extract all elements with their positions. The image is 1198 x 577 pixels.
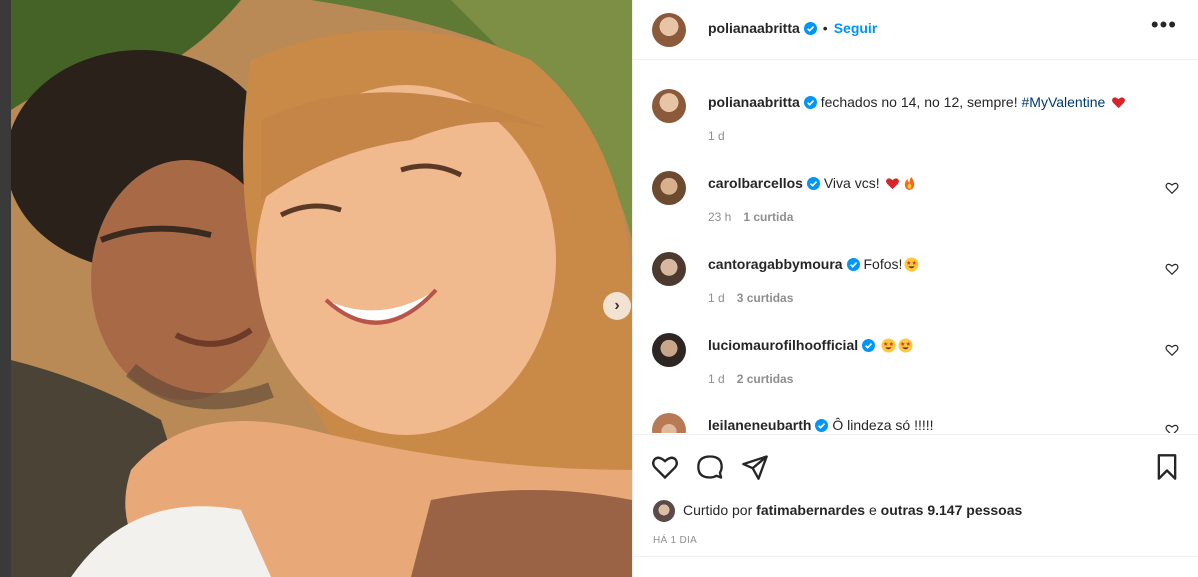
- comment-likes[interactable]: 1 curtida: [743, 210, 793, 224]
- comment-age[interactable]: 23 h: [708, 210, 731, 224]
- verified-badge-icon: [803, 22, 817, 35]
- caption-avatar[interactable]: [652, 89, 686, 123]
- commenter-avatar[interactable]: [652, 333, 686, 367]
- liker-avatar[interactable]: [653, 500, 675, 522]
- star-struck-emoji-icon: [898, 338, 913, 353]
- likes-middle: e: [865, 502, 881, 518]
- comment-age[interactable]: 1 d: [708, 372, 725, 386]
- author-avatar[interactable]: [652, 13, 686, 47]
- heart-icon[interactable]: [1165, 423, 1179, 433]
- couple-selfie-image: [11, 0, 632, 577]
- divider: [633, 556, 1198, 557]
- author-username[interactable]: polianaabritta: [708, 20, 800, 36]
- next-photo-button[interactable]: ›: [603, 292, 631, 320]
- commenter-avatar[interactable]: [652, 171, 686, 205]
- backdrop-edge: [0, 0, 11, 577]
- fire-emoji-icon: [905, 176, 915, 191]
- liker-username[interactable]: fatimabernardes: [756, 502, 865, 518]
- likes-summary[interactable]: Curtido por fatimabernardes e outras 9.1…: [683, 502, 1022, 518]
- comment-text: Fofos!: [863, 256, 903, 272]
- commenter-username[interactable]: luciomaurofilhoofficial: [708, 337, 858, 353]
- post-details-panel: polianaabritta • Seguir ••• polianaabritta…: [632, 0, 1198, 577]
- verified-badge-icon: [815, 419, 829, 432]
- bookmark-icon[interactable]: [1153, 453, 1181, 481]
- follow-button[interactable]: Seguir: [834, 20, 878, 36]
- comment-likes[interactable]: 2 curtidas: [737, 372, 794, 386]
- comment-likes[interactable]: 3 curtidas: [737, 291, 794, 305]
- separator-dot: •: [822, 20, 828, 36]
- likes-others[interactable]: outras 9.147 pessoas: [881, 502, 1023, 518]
- caption-username[interactable]: polianaabritta: [708, 94, 800, 110]
- verified-badge-icon: [803, 96, 817, 109]
- post-photo[interactable]: ›: [11, 0, 632, 577]
- comment-text: Viva vcs!: [823, 175, 880, 191]
- heart-icon[interactable]: [1165, 343, 1179, 357]
- share-icon[interactable]: [741, 453, 769, 481]
- post-modal: › polianaabritta • Seguir ••• polianaabrit…: [0, 0, 1198, 577]
- red-heart-emoji-icon: [886, 178, 900, 190]
- verified-badge-icon: [862, 339, 876, 352]
- star-struck-emoji-icon: [881, 338, 896, 353]
- comment-icon[interactable]: [696, 453, 724, 481]
- caption-age[interactable]: 1 d: [708, 129, 725, 143]
- star-struck-emoji-icon: [904, 257, 919, 272]
- hashtag-link[interactable]: #MyValentine: [1022, 94, 1106, 110]
- likes-prefix: Curtido por: [683, 502, 757, 518]
- commenter-username[interactable]: carolbarcellos: [708, 175, 803, 191]
- commenter-username[interactable]: cantoragabbymoura: [708, 256, 843, 272]
- more-options-icon[interactable]: •••: [1151, 14, 1177, 36]
- verified-badge-icon: [806, 177, 820, 190]
- comments-list[interactable]: polianaabritta fechados no 14, no 12, se…: [633, 61, 1198, 433]
- caption-text: fechados no 14, no 12, sempre!: [820, 94, 1022, 110]
- post-date[interactable]: HÁ 1 DIA: [653, 535, 697, 546]
- action-bar: [633, 434, 1198, 494]
- chevron-right-icon: ›: [614, 297, 620, 314]
- heart-icon[interactable]: [651, 453, 679, 481]
- comment-text: Ô lindeza só !!!!!: [832, 417, 934, 433]
- commenter-avatar[interactable]: [652, 413, 686, 433]
- comment-age[interactable]: 1 d: [708, 291, 725, 305]
- heart-icon[interactable]: [1165, 262, 1179, 276]
- verified-badge-icon: [846, 258, 860, 271]
- post-header: polianaabritta • Seguir •••: [633, 0, 1198, 60]
- commenter-username[interactable]: leilaneneubarth: [708, 417, 811, 433]
- red-heart-emoji-icon: [1112, 97, 1126, 109]
- heart-icon[interactable]: [1165, 181, 1179, 195]
- commenter-avatar[interactable]: [652, 252, 686, 286]
